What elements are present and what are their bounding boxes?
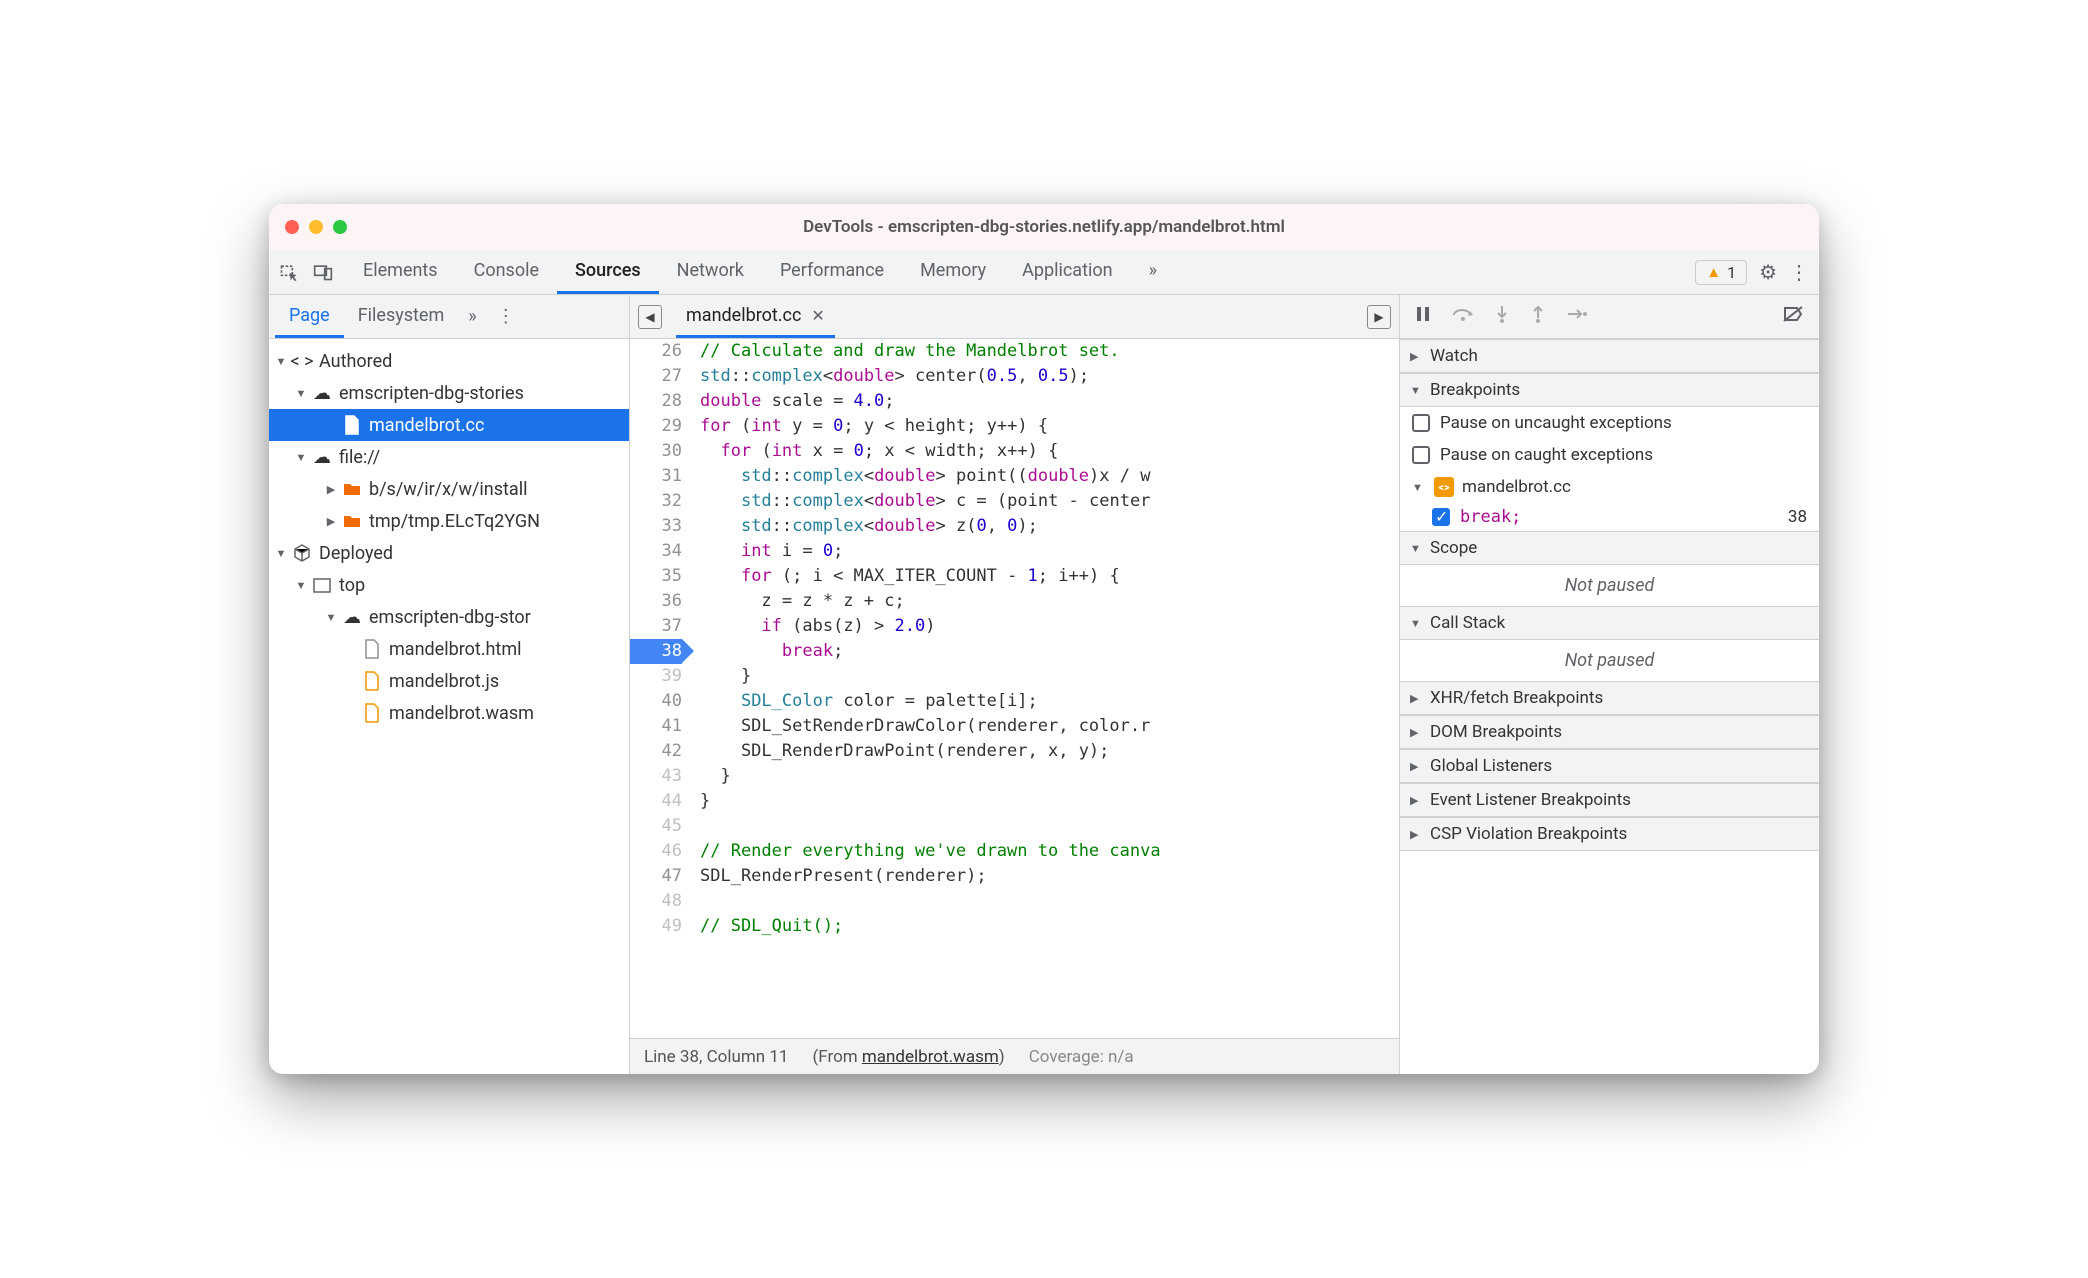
cloud-icon: ☁ (341, 606, 363, 628)
hide-navigator-icon[interactable]: ◀ (638, 305, 662, 329)
tab-application[interactable]: Application (1004, 250, 1130, 294)
cursor-position: Line 38, Column 11 (644, 1047, 788, 1067)
pause-uncaught-checkbox[interactable]: Pause on uncaught exceptions (1400, 407, 1819, 439)
devtools-window: DevTools - emscripten-dbg-stories.netlif… (269, 204, 1819, 1074)
close-window-button[interactable] (285, 220, 299, 234)
debugger-toolbar (1400, 295, 1819, 339)
cube-icon (291, 542, 313, 564)
event-breakpoints-section[interactable]: ▶Event Listener Breakpoints (1400, 783, 1819, 817)
tree-file-wasm[interactable]: mandelbrot.wasm (269, 697, 629, 729)
step-icon[interactable] (1566, 306, 1588, 327)
tree-authored[interactable]: ▼< >Authored (269, 345, 629, 377)
tree-file-mandelbrot-cc[interactable]: mandelbrot.cc (269, 409, 629, 441)
global-listeners-section[interactable]: ▶Global Listeners (1400, 749, 1819, 783)
warnings-count: 1 (1727, 263, 1736, 282)
editor-tab-mandelbrot[interactable]: mandelbrot.cc ✕ (676, 295, 835, 338)
tab-sources[interactable]: Sources (557, 250, 659, 294)
panel-tabs: Elements Console Sources Network Perform… (345, 250, 1687, 294)
tree-deployed[interactable]: ▼Deployed (269, 537, 629, 569)
navigator-tab-page[interactable]: Page (275, 295, 344, 338)
callstack-not-paused: Not paused (1400, 640, 1819, 681)
navigator-more-tabs-icon[interactable]: » (458, 295, 486, 338)
editor-pane: ◀ mandelbrot.cc ✕ ▶ 26272829303132333435… (630, 295, 1399, 1074)
code-editor[interactable]: 2627282930313233343536373839404142434445… (630, 339, 1399, 1038)
code-area[interactable]: // Calculate and draw the Mandelbrot set… (692, 339, 1399, 1038)
hide-debugger-icon[interactable]: ▶ (1367, 305, 1391, 329)
tree-file-js[interactable]: mandelbrot.js (269, 665, 629, 697)
tree-folder-bsw[interactable]: ▶b/s/w/ir/x/w/install (269, 473, 629, 505)
tab-elements[interactable]: Elements (345, 250, 456, 294)
warning-icon: ▲ (1706, 263, 1721, 281)
step-over-icon[interactable] (1452, 305, 1474, 328)
editor-status-bar: Line 38, Column 11 (From mandelbrot.wasm… (630, 1038, 1399, 1074)
cloud-icon: ☁ (311, 382, 333, 404)
editor-tab-label: mandelbrot.cc (686, 305, 801, 326)
scope-section[interactable]: ▼Scope (1400, 531, 1819, 565)
csp-breakpoints-section[interactable]: ▶CSP Violation Breakpoints (1400, 817, 1819, 851)
breakpoint-item[interactable]: break; 38 (1400, 503, 1819, 531)
xhr-breakpoints-section[interactable]: ▶XHR/fetch Breakpoints (1400, 681, 1819, 715)
code-icon: < > (291, 350, 313, 372)
editor-tabstrip: ◀ mandelbrot.cc ✕ ▶ (630, 295, 1399, 339)
deactivate-breakpoints-icon[interactable] (1783, 305, 1805, 328)
navigator-tab-filesystem[interactable]: Filesystem (344, 295, 459, 338)
file-tree: ▼< >Authored ▼☁emscripten-dbg-stories ma… (269, 339, 629, 1074)
folder-icon (341, 510, 363, 532)
breakpoint-file[interactable]: ▼<>mandelbrot.cc (1400, 471, 1819, 503)
navigator-sidebar: Page Filesystem » ⋮ ▼< >Authored ▼☁emscr… (269, 295, 630, 1074)
callstack-section[interactable]: ▼Call Stack (1400, 606, 1819, 640)
folder-icon (341, 478, 363, 500)
titlebar: DevTools - emscripten-dbg-stories.netlif… (269, 204, 1819, 250)
source-from: (From mandelbrot.wasm) (812, 1047, 1004, 1067)
tab-memory[interactable]: Memory (902, 250, 1004, 294)
pause-icon[interactable] (1414, 305, 1432, 328)
line-gutter[interactable]: 2627282930313233343536373839404142434445… (630, 339, 692, 1038)
tab-console[interactable]: Console (456, 250, 557, 294)
dom-breakpoints-section[interactable]: ▶DOM Breakpoints (1400, 715, 1819, 749)
file-icon (361, 670, 383, 692)
navigator-tabs: Page Filesystem » ⋮ (269, 295, 629, 339)
scope-not-paused: Not paused (1400, 565, 1819, 606)
warnings-badge[interactable]: ▲ 1 (1695, 260, 1747, 285)
inspect-element-icon[interactable] (279, 262, 299, 282)
pause-caught-checkbox[interactable]: Pause on caught exceptions (1400, 439, 1819, 471)
debugger-pane: ▶Watch ▼Breakpoints Pause on uncaught ex… (1399, 295, 1819, 1074)
tree-file-protocol[interactable]: ▼☁file:// (269, 441, 629, 473)
more-menu-icon[interactable]: ⋮ (1789, 260, 1809, 284)
tab-network[interactable]: Network (659, 250, 762, 294)
cloud-icon: ☁ (311, 446, 333, 468)
source-from-link[interactable]: mandelbrot.wasm (862, 1047, 999, 1067)
main-toolbar: Elements Console Sources Network Perform… (269, 250, 1819, 295)
step-into-icon[interactable] (1494, 304, 1510, 329)
navigator-menu-icon[interactable]: ⋮ (487, 295, 525, 338)
file-icon (341, 414, 363, 436)
watch-section[interactable]: ▶Watch (1400, 339, 1819, 373)
breakpoints-section[interactable]: ▼Breakpoints (1400, 373, 1819, 407)
minimize-window-button[interactable] (309, 220, 323, 234)
device-toolbar-icon[interactable] (313, 262, 333, 282)
settings-icon[interactable]: ⚙ (1759, 260, 1777, 284)
frame-icon (311, 574, 333, 596)
tree-origin-1[interactable]: ▼☁emscripten-dbg-stories (269, 377, 629, 409)
window-title: DevTools - emscripten-dbg-stories.netlif… (269, 217, 1819, 237)
more-tabs-icon[interactable]: » (1131, 250, 1175, 294)
file-icon (361, 638, 383, 660)
traffic-lights (285, 220, 347, 234)
tree-top[interactable]: ▼top (269, 569, 629, 601)
tree-folder-tmp[interactable]: ▶tmp/tmp.ELcTq2YGN (269, 505, 629, 537)
tree-file-html[interactable]: mandelbrot.html (269, 633, 629, 665)
step-out-icon[interactable] (1530, 304, 1546, 329)
coverage-status: Coverage: n/a (1029, 1047, 1134, 1067)
script-icon: <> (1434, 477, 1454, 497)
checkbox-icon (1412, 446, 1430, 464)
checkbox-icon (1412, 414, 1430, 432)
tree-origin-2[interactable]: ▼☁emscripten-dbg-stor (269, 601, 629, 633)
tab-performance[interactable]: Performance (762, 250, 902, 294)
file-icon (361, 702, 383, 724)
checkbox-icon[interactable] (1432, 508, 1450, 526)
close-tab-icon[interactable]: ✕ (811, 306, 824, 325)
zoom-window-button[interactable] (333, 220, 347, 234)
